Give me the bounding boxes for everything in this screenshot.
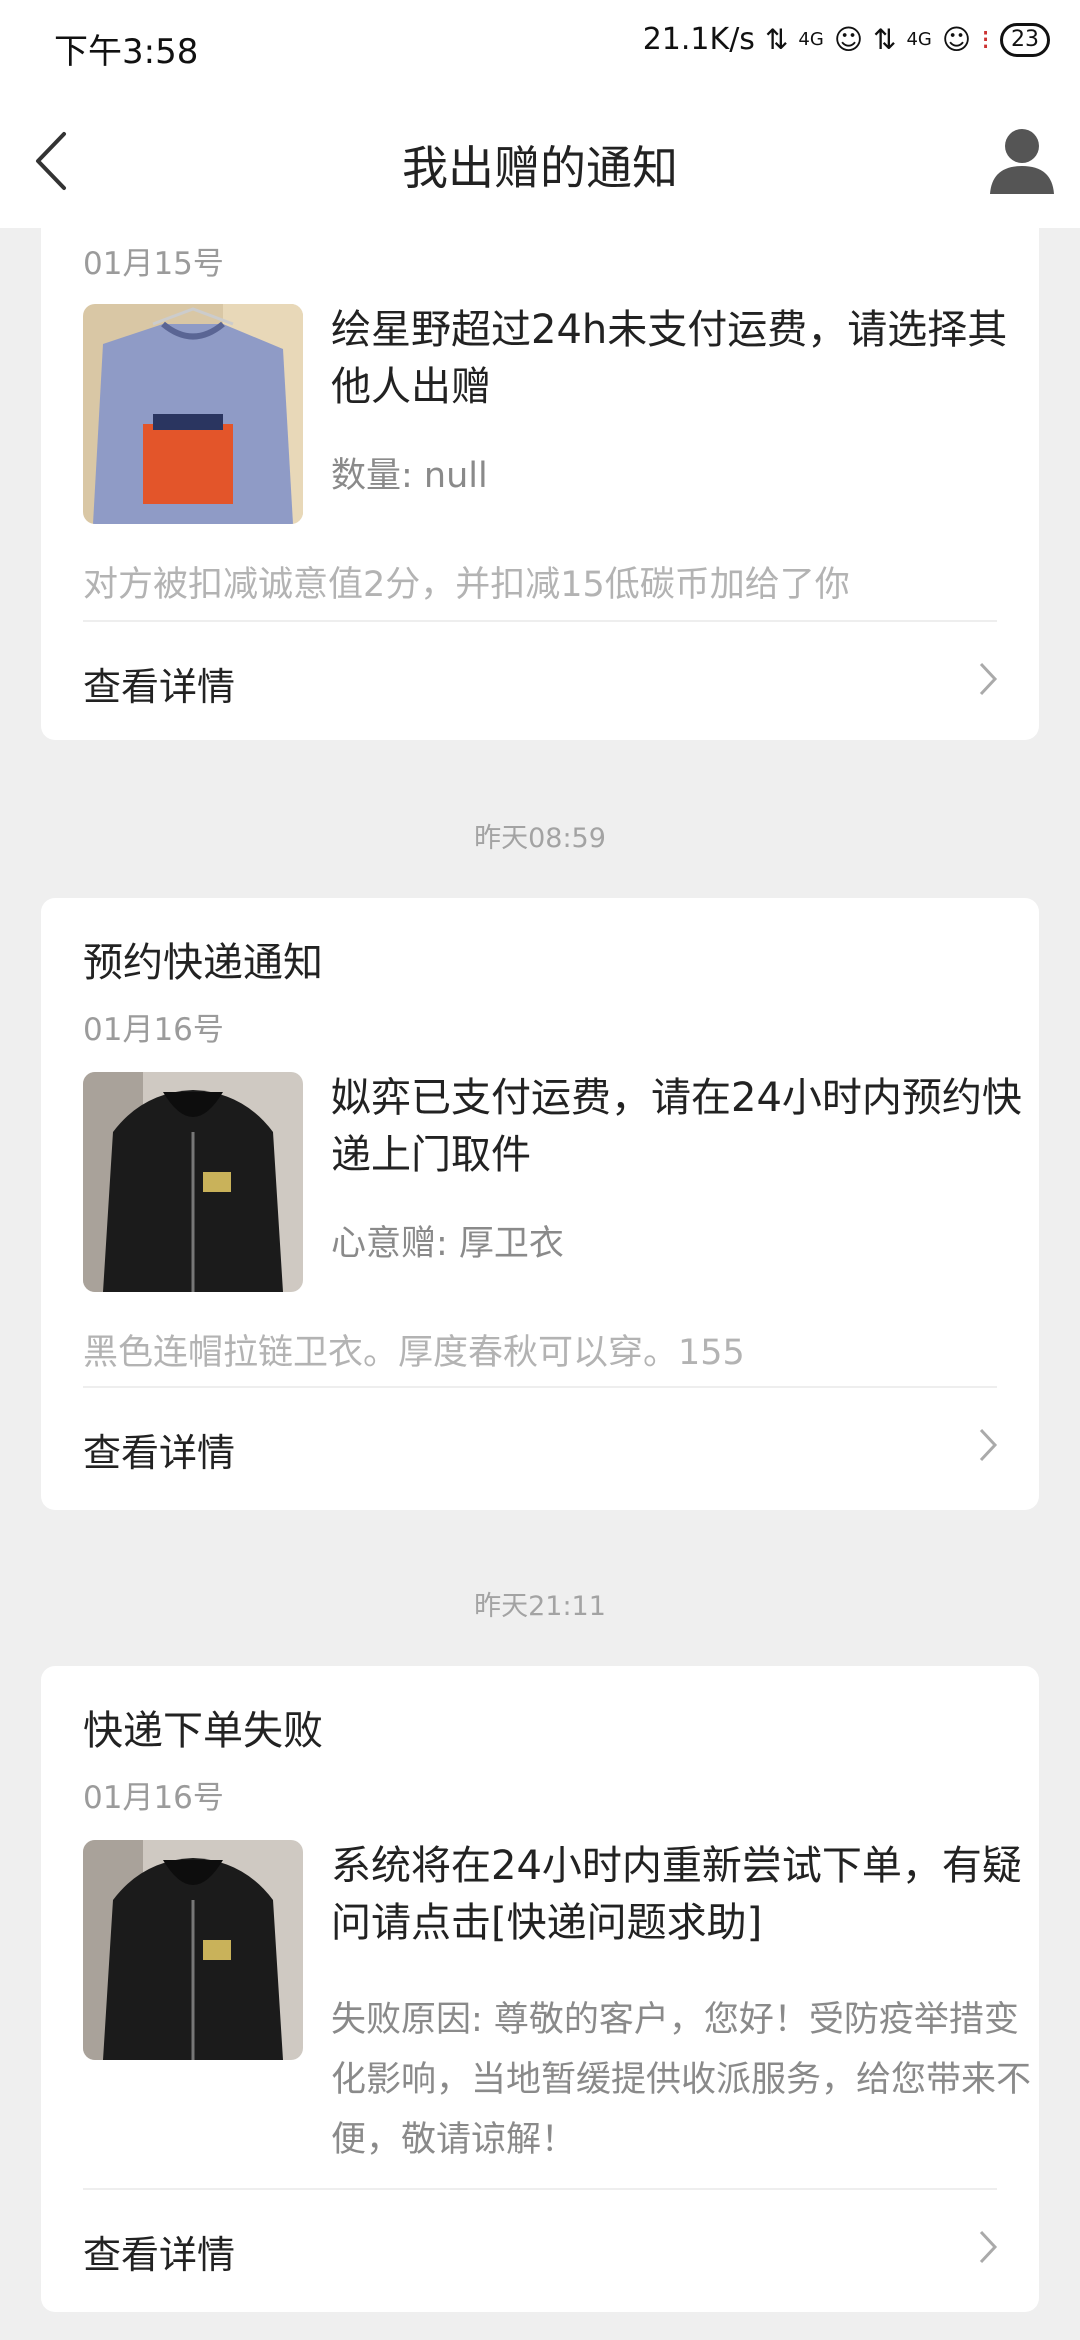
view-details-label: 查看详情 xyxy=(83,2233,236,2277)
card-message: 姒弈已支付运费，请在24小时内预约快递上门取件 xyxy=(331,1075,1022,1178)
product-thumbnail[interactable] xyxy=(83,1840,303,2060)
view-details-label: 查看详情 xyxy=(83,1431,236,1475)
hoodie-image xyxy=(83,1840,303,2060)
view-details-row[interactable]: 查看详情 xyxy=(41,1388,1039,1498)
notification-card: 01月15号 绘星野超过24h未支付运费，请选择其他人出赠 数量: null 对… xyxy=(41,210,1039,740)
net-speed: 21.1K/s xyxy=(642,22,755,57)
view-details-row[interactable]: 查看详情 xyxy=(41,2190,1039,2300)
card-sub: 心意赠: 厚卫衣 xyxy=(331,1224,564,1264)
card-message: 系统将在24小时内重新尝试下单，有疑问请点击[快递问题求助] xyxy=(331,1843,1022,1946)
battery-icon: 23 xyxy=(1000,22,1050,57)
time-separator: 昨天08:59 xyxy=(474,823,606,854)
card-date: 01月16号 xyxy=(83,1780,224,1816)
alert-icon: ⁝ xyxy=(981,23,990,56)
chevron-right-icon xyxy=(979,662,998,696)
card-sub: 数量: null xyxy=(331,456,488,496)
page-title: 我出赠的通知 xyxy=(402,141,678,195)
status-bar: 下午3:58 21.1K/s ⇅ 4G ☺ ⇅ 4G ☺ ⁝ 23 xyxy=(0,0,1080,96)
data-arrows-icon: ⇅ xyxy=(764,23,789,56)
card-note: 对方被扣减诚意值2分，并扣减15低碳币加给了你 xyxy=(83,565,850,605)
product-thumbnail[interactable] xyxy=(83,304,303,524)
user-icon[interactable] xyxy=(986,124,1058,196)
data-arrows-icon-2: ⇅ xyxy=(873,23,897,56)
card-date: 01月15号 xyxy=(83,246,224,282)
notification-card: 快递下单失败 01月16号 系统将在24小时内重新尝试下单，有疑问请点击[快递问… xyxy=(41,1666,1039,2312)
time-separator: 昨天21:11 xyxy=(474,1591,606,1622)
signal-icon-2: ☺ xyxy=(941,23,972,56)
nav-header: 我出赠的通知 xyxy=(0,96,1080,228)
sweater-image xyxy=(83,304,303,524)
product-thumbnail[interactable] xyxy=(83,1072,303,1292)
chevron-right-icon xyxy=(979,2230,998,2264)
card-note: 黑色连帽拉链卫衣。厚度春秋可以穿。155 xyxy=(83,1333,745,1373)
status-time: 下午3:58 xyxy=(54,32,199,72)
card-title: 快递下单失败 xyxy=(83,1708,323,1754)
card-message: 绘星野超过24h未支付运费，请选择其他人出赠 xyxy=(331,307,1008,410)
card-title: 预约快递通知 xyxy=(83,940,323,986)
signal-icon: ☺ xyxy=(833,23,864,56)
chevron-right-icon xyxy=(979,1428,998,1462)
view-details-row[interactable]: 查看详情 xyxy=(41,622,1039,732)
card-date: 01月16号 xyxy=(83,1012,224,1048)
view-details-label: 查看详情 xyxy=(83,665,236,709)
notification-card: 预约快递通知 01月16号 姒弈已支付运费，请在24小时内预约快递上门取件 心意… xyxy=(41,898,1039,1510)
status-icons: 21.1K/s ⇅ 4G ☺ ⇅ 4G ☺ ⁝ 23 xyxy=(643,22,1050,57)
signal-label-1: 4G xyxy=(798,29,824,50)
hoodie-image xyxy=(83,1072,303,1292)
signal-label-2: 4G xyxy=(906,29,932,50)
card-sub: 失败原因: 尊敬的客户，您好！受防疫举措变化影响，当地暂缓提供收派服务，给您带来… xyxy=(331,2000,1032,2160)
